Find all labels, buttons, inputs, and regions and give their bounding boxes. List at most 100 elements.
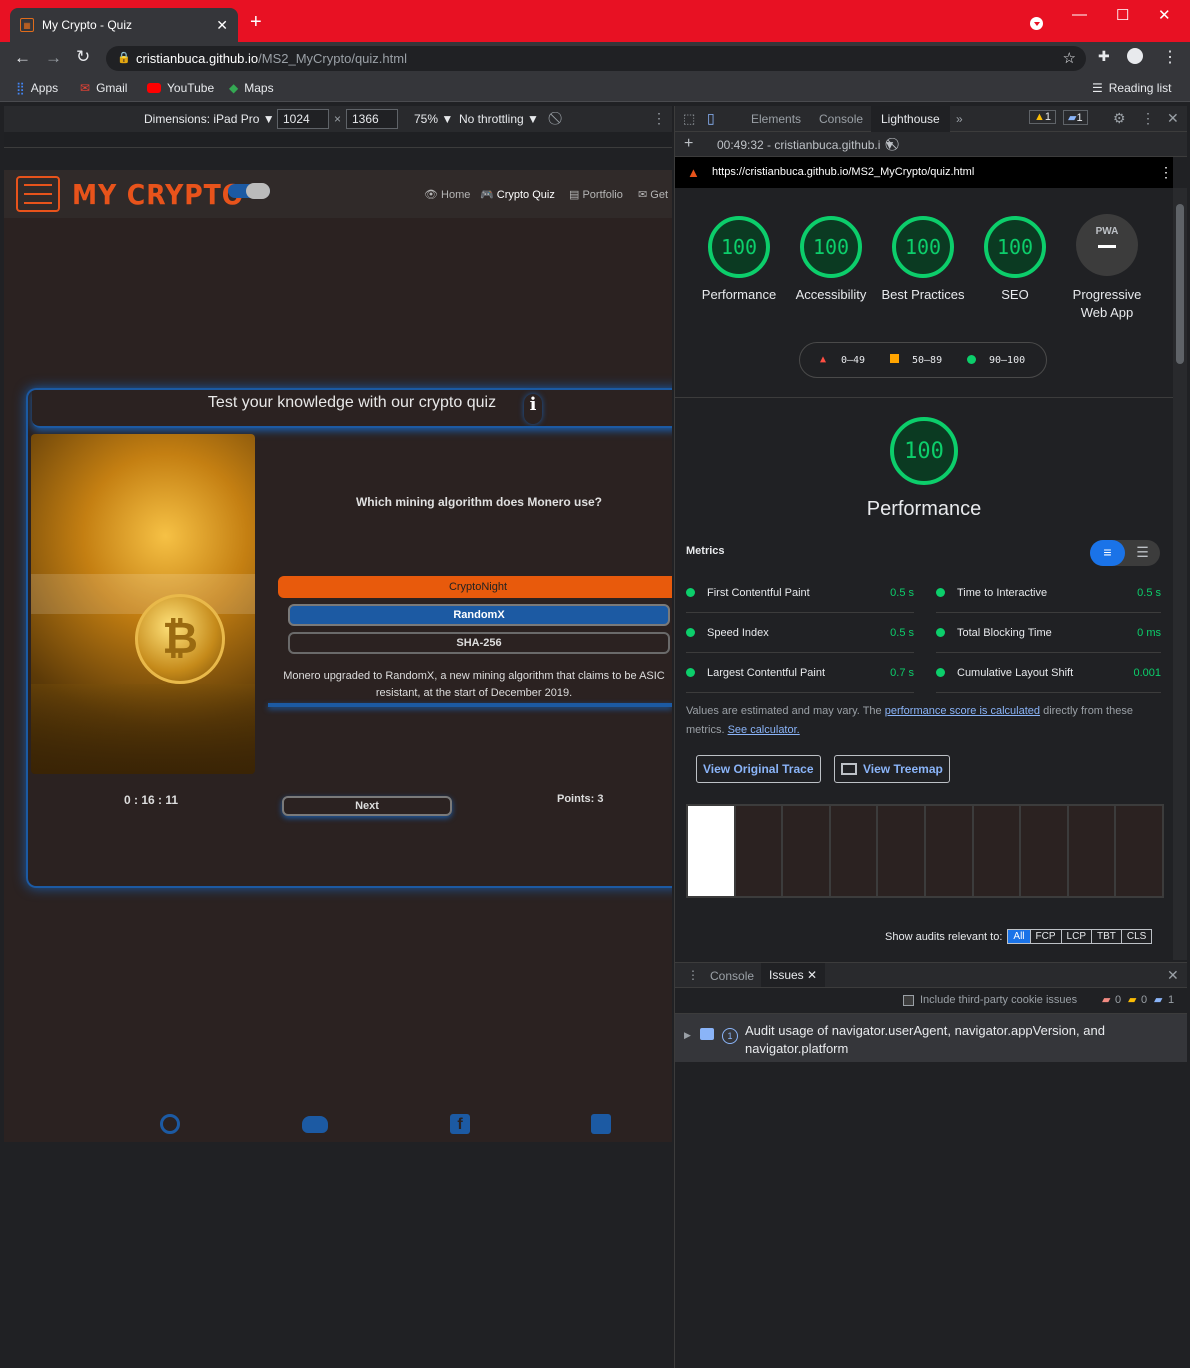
report-menu-icon[interactable]: ⋮ bbox=[1159, 164, 1173, 181]
quiz-header: Test your knowledge with our crypto quiz… bbox=[32, 390, 672, 428]
report-url[interactable]: https://cristianbuca.github.io/MS2_MyCry… bbox=[712, 166, 974, 178]
bookmark-maps[interactable]: ◆ Maps bbox=[229, 81, 274, 95]
new-tab-button[interactable]: + bbox=[250, 12, 262, 32]
twitter-icon[interactable] bbox=[591, 1114, 611, 1134]
zoom-select[interactable]: 75% ▼ bbox=[414, 112, 453, 126]
see-calculator-link[interactable]: See calculator. bbox=[728, 724, 800, 736]
profile-avatar-icon[interactable] bbox=[1127, 48, 1143, 64]
youtube-icon bbox=[147, 83, 161, 93]
drawer-tab-issues[interactable]: Issues ✕ bbox=[761, 963, 826, 987]
forward-arrow-icon[interactable]: → bbox=[45, 48, 62, 68]
gauge-pwa[interactable]: PWA bbox=[1076, 214, 1138, 276]
gauge-seo[interactable]: 100 bbox=[984, 216, 1046, 278]
bookmark-apps[interactable]: ⣿ Apps bbox=[16, 81, 58, 95]
messages-badge[interactable]: ▰1 bbox=[1063, 110, 1088, 125]
nav-portfolio[interactable]: ▤ Portfolio bbox=[569, 188, 623, 201]
maps-icon: ◆ bbox=[229, 81, 239, 95]
throttling-select[interactable]: No throttling ▼ bbox=[459, 112, 539, 126]
device-select[interactable]: Dimensions: iPad Pro ▼ bbox=[144, 112, 275, 126]
scrollbar-thumb[interactable] bbox=[1176, 204, 1184, 364]
more-tabs-icon[interactable]: » bbox=[956, 112, 963, 126]
third-party-checkbox[interactable] bbox=[903, 995, 914, 1006]
discord-icon[interactable] bbox=[302, 1116, 328, 1133]
new-report-icon[interactable]: + bbox=[684, 135, 693, 153]
browser-toolbar: ← → ↻ 🔒 cristianbuca.github.io/MS2_MyCry… bbox=[0, 42, 1190, 74]
legend-high: 90–100 bbox=[989, 355, 1026, 366]
maximize-icon[interactable]: ☐ bbox=[1116, 6, 1129, 24]
close-issues-icon[interactable]: ✕ bbox=[807, 968, 817, 982]
circuit-logo-icon[interactable] bbox=[16, 176, 60, 212]
warnings-badge[interactable]: ▲1 bbox=[1029, 110, 1057, 124]
height-input[interactable]: 1366 bbox=[346, 109, 398, 129]
devtools-menu-icon[interactable]: ⋮ bbox=[1141, 110, 1155, 127]
issue-row[interactable]: ▶ 1 Audit usage of navigator.userAgent, … bbox=[675, 1014, 1187, 1062]
answer-option-3[interactable]: SHA-256 bbox=[288, 632, 670, 654]
drawer-menu-icon[interactable]: ⋮ bbox=[687, 968, 699, 982]
next-button[interactable]: Next bbox=[282, 796, 452, 816]
gauge-accessibility[interactable]: 100 bbox=[800, 216, 862, 278]
score-calculated-link[interactable]: performance score is calculated bbox=[885, 705, 1040, 717]
device-menu-icon[interactable]: ⋮ bbox=[652, 110, 666, 127]
score-legend: ▲ 0–49 50–89 90–100 bbox=[799, 342, 1047, 378]
info-icon[interactable]: i bbox=[524, 394, 542, 424]
filter-lcp[interactable]: LCP bbox=[1060, 929, 1092, 944]
reload-icon[interactable]: ↻ bbox=[76, 47, 90, 67]
tab-lighthouse[interactable]: Lighthouse bbox=[871, 106, 950, 132]
facebook-icon[interactable]: f bbox=[450, 1114, 470, 1134]
filter-tbt[interactable]: TBT bbox=[1090, 929, 1122, 944]
nav-crypto-quiz[interactable]: 🎮 Crypto Quiz bbox=[480, 188, 555, 201]
expanded-view-icon[interactable]: ☰ bbox=[1125, 540, 1160, 566]
gauge-best-practices[interactable]: 100 bbox=[892, 216, 954, 278]
close-drawer-icon[interactable]: ✕ bbox=[1167, 967, 1179, 984]
filter-cls[interactable]: CLS bbox=[1120, 929, 1153, 944]
back-arrow-icon[interactable]: ← bbox=[14, 48, 31, 68]
envelope-icon: ✉ bbox=[638, 189, 648, 201]
pass-dot-icon bbox=[936, 628, 945, 637]
nav-get[interactable]: ✉ Get bbox=[638, 188, 668, 201]
theme-toggle[interactable] bbox=[228, 183, 270, 199]
bookmark-gmail[interactable]: ✉ Gmail bbox=[80, 81, 127, 95]
wallet-icon: ▤ bbox=[569, 189, 580, 201]
chrome-menu-icon[interactable]: ⋮ bbox=[1162, 47, 1178, 67]
metrics-view-toggle[interactable]: ≡ ☰ bbox=[1090, 540, 1160, 566]
pass-dot-icon bbox=[686, 588, 695, 597]
minimize-icon[interactable]: — bbox=[1072, 6, 1087, 23]
device-toggle-icon[interactable]: ▯ bbox=[707, 110, 715, 127]
answer-option-1[interactable]: CryptoNight bbox=[278, 576, 672, 598]
tab-console[interactable]: Console bbox=[819, 112, 863, 126]
bookmark-youtube[interactable]: YouTube bbox=[147, 81, 214, 95]
filmstrip-frame bbox=[973, 806, 1020, 896]
filmstrip-frame bbox=[830, 806, 877, 896]
extensions-icon[interactable]: ✚ bbox=[1098, 48, 1110, 65]
close-window-icon[interactable]: ✕ bbox=[1158, 6, 1171, 24]
site-logo-text[interactable]: MY CRYPTO bbox=[72, 178, 244, 211]
tab-search-icon[interactable] bbox=[1030, 17, 1043, 30]
bookmark-star-icon[interactable]: ☆ bbox=[1063, 49, 1076, 67]
filmstrip-frame bbox=[925, 806, 972, 896]
close-devtools-icon[interactable]: ✕ bbox=[1167, 110, 1179, 127]
view-original-trace-button[interactable]: View Original Trace bbox=[696, 755, 821, 783]
compact-view-icon[interactable]: ≡ bbox=[1090, 540, 1125, 566]
width-input[interactable]: 1024 bbox=[277, 109, 329, 129]
gauge-performance[interactable]: 100 bbox=[708, 216, 770, 278]
reading-list-button[interactable]: ☰ Reading list bbox=[1092, 81, 1171, 95]
close-tab-icon[interactable]: ✕ bbox=[216, 17, 228, 34]
nav-home[interactable]: 👁 Home bbox=[424, 188, 470, 201]
inspect-element-icon[interactable]: ⬚ bbox=[683, 111, 695, 127]
report-select[interactable]: 00:49:32 - cristianbuca.github.i ▼ bbox=[717, 138, 896, 152]
github-icon[interactable] bbox=[160, 1114, 180, 1134]
filter-all[interactable]: All bbox=[1007, 929, 1031, 944]
browser-tab[interactable]: ▦ My Crypto - Quiz ✕ bbox=[10, 8, 238, 42]
address-bar[interactable]: 🔒 cristianbuca.github.io/MS2_MyCrypto/qu… bbox=[106, 46, 1086, 71]
filter-fcp[interactable]: FCP bbox=[1029, 929, 1062, 944]
media-query-ruler[interactable] bbox=[4, 132, 672, 148]
report-scrollbar[interactable] bbox=[1173, 188, 1187, 960]
view-treemap-button[interactable]: View Treemap bbox=[834, 755, 950, 783]
tab-elements[interactable]: Elements bbox=[751, 112, 801, 126]
metric-si: Speed Index 0.5 s bbox=[686, 613, 914, 653]
drawer-tab-console[interactable]: Console bbox=[710, 969, 754, 983]
eye-icon: 👁 bbox=[424, 189, 438, 201]
settings-gear-icon[interactable]: ⚙ bbox=[1113, 110, 1126, 127]
expand-arrow-icon[interactable]: ▶ bbox=[684, 1030, 691, 1041]
answer-option-2[interactable]: RandomX bbox=[288, 604, 670, 626]
